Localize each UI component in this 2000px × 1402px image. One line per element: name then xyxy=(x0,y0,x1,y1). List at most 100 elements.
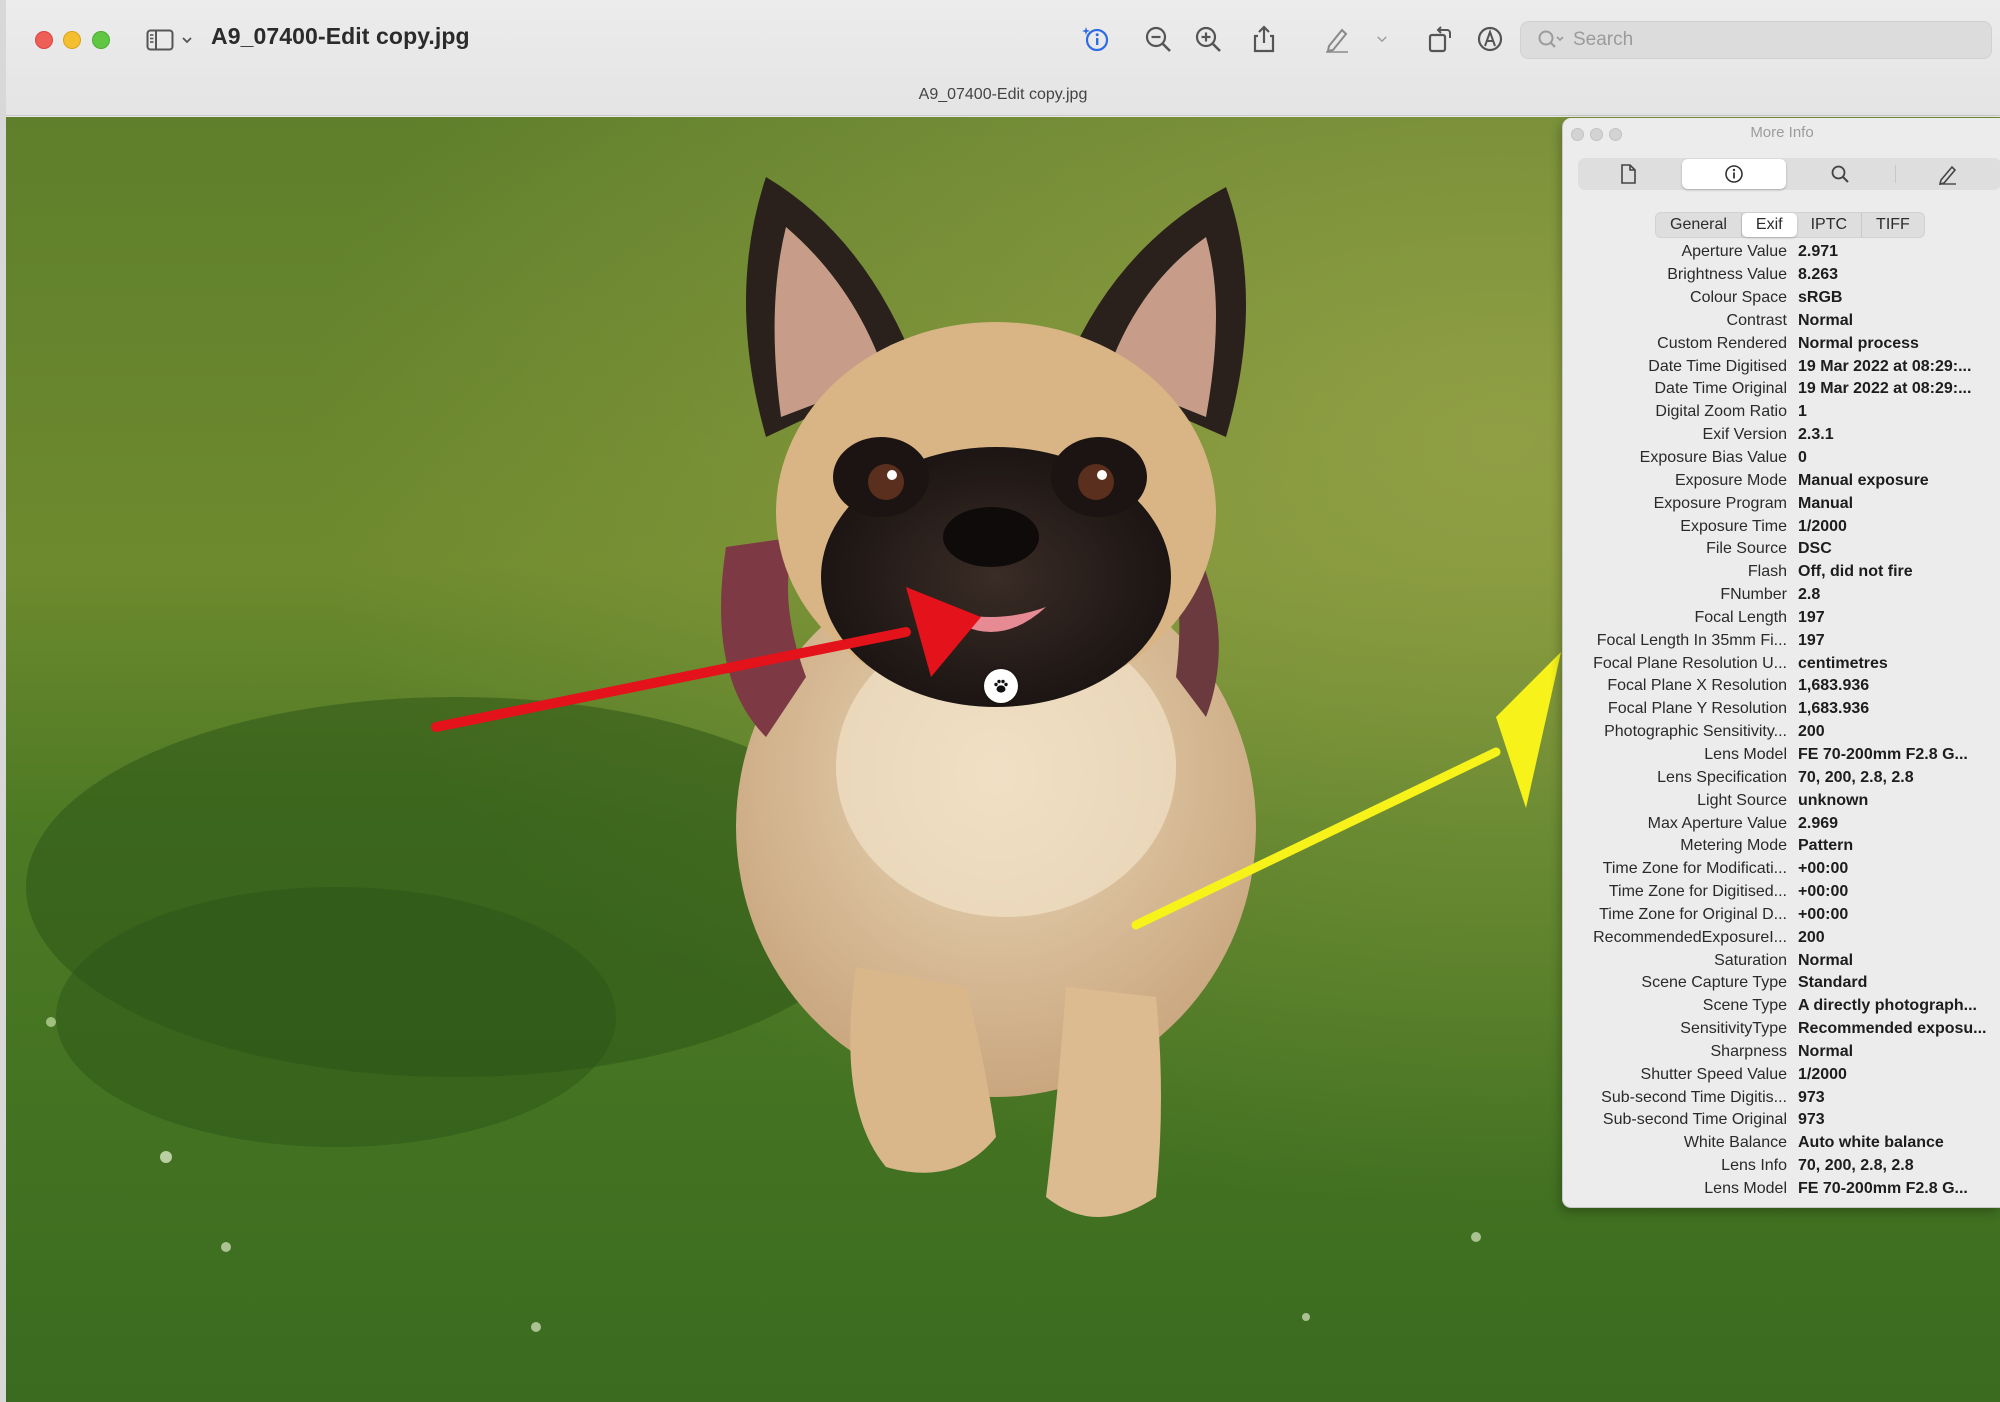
exif-row: Shutter Speed Value 1/2000 xyxy=(1562,1063,2000,1086)
exif-key: FNumber xyxy=(1720,586,1787,604)
exif-key: Lens Model xyxy=(1704,1180,1787,1198)
exif-table: Aperture Value 2.971 Brightness Value 8.263… xyxy=(1562,241,2000,1200)
exif-value: Normal xyxy=(1798,311,1854,329)
exif-key: Exposure Time xyxy=(1680,517,1787,535)
exif-value: 197 xyxy=(1798,631,1825,649)
exif-value: 19 Mar 2022 at 08:29:... xyxy=(1798,357,1972,375)
exif-key: Sub-second Time Digitis... xyxy=(1601,1088,1787,1106)
exif-key: Scene Type xyxy=(1702,997,1787,1015)
exif-row: Scene Type A directly photograph... xyxy=(1562,995,2000,1018)
exif-row: Time Zone for Modificati... +00:00 xyxy=(1562,858,2000,881)
exif-key: Focal Plane Y Resolution xyxy=(1607,700,1787,718)
segment-general[interactable]: General xyxy=(1656,213,1742,237)
minimize-button[interactable] xyxy=(63,31,81,49)
exif-key: Colour Space xyxy=(1690,289,1787,307)
exif-value: Manual xyxy=(1798,494,1854,512)
chevron-down-icon xyxy=(182,37,192,44)
tab-divider xyxy=(1895,165,1896,183)
paw-badge[interactable] xyxy=(984,669,1018,703)
exif-row: Aperture Value 2.971 xyxy=(1562,241,2000,264)
exif-key: Time Zone for Modificati... xyxy=(1602,860,1787,878)
exif-key: Shutter Speed Value xyxy=(1640,1065,1787,1083)
sidebar-icon xyxy=(146,29,174,51)
exif-value: Manual exposure xyxy=(1798,471,1929,489)
exif-row: Lens Specification 70, 200, 2.8, 2.8 xyxy=(1562,766,2000,789)
exif-value: Recommended exposu... xyxy=(1798,1020,1987,1038)
exif-value: +00:00 xyxy=(1798,905,1849,923)
tab-general-document[interactable] xyxy=(1578,159,1678,189)
exif-row: Exposure Mode Manual exposure xyxy=(1562,469,2000,492)
tab-annotations[interactable] xyxy=(1898,159,1998,189)
exif-key: Exif Version xyxy=(1702,426,1787,444)
exif-value: 2.971 xyxy=(1798,243,1839,261)
segment-iptc[interactable]: IPTC xyxy=(1797,213,1863,237)
share-icon xyxy=(1253,25,1275,53)
exif-row: Time Zone for Digitised... +00:00 xyxy=(1562,881,2000,904)
annotate-button[interactable] xyxy=(1473,22,1507,56)
exif-value: 19 Mar 2022 at 08:29:... xyxy=(1798,380,1972,398)
exif-row: Sub-second Time Original 973 xyxy=(1562,1109,2000,1132)
sidebar-toggle-button[interactable] xyxy=(146,28,193,52)
exif-key: Lens Model xyxy=(1704,745,1787,763)
exif-row: Light Source unknown xyxy=(1562,789,2000,812)
exif-value: 2.3.1 xyxy=(1798,426,1834,444)
exif-value: 70, 200, 2.8, 2.8 xyxy=(1798,768,1914,786)
share-button[interactable] xyxy=(1247,22,1281,56)
info-button[interactable] xyxy=(1079,22,1113,56)
window-title: A9_07400-Edit copy.jpg xyxy=(211,23,470,49)
exif-key: Scene Capture Type xyxy=(1641,974,1787,992)
exif-value: 973 xyxy=(1798,1088,1825,1106)
exif-key: Date Time Digitised xyxy=(1648,357,1787,375)
exif-row: File Source DSC xyxy=(1562,538,2000,561)
exif-value: FE 70-200mm F2.8 G... xyxy=(1798,1180,1968,1198)
exif-key: White Balance xyxy=(1683,1134,1787,1152)
exif-row: Focal Plane Resolution U... centimetres xyxy=(1562,652,2000,675)
exif-value: centimetres xyxy=(1798,654,1888,672)
exif-key: Max Aperture Value xyxy=(1647,814,1787,832)
exif-row: RecommendedExposureI... 200 xyxy=(1562,926,2000,949)
zoom-out-button[interactable] xyxy=(1141,22,1175,56)
exif-key: Exposure Program xyxy=(1653,494,1787,512)
exif-row: Metering Mode Pattern xyxy=(1562,835,2000,858)
segment-exif[interactable]: Exif xyxy=(1741,213,1797,237)
exif-row: Exposure Bias Value 0 xyxy=(1562,447,2000,470)
exif-key: Focal Plane X Resolution xyxy=(1607,677,1787,695)
markup-button[interactable] xyxy=(1320,22,1354,56)
exif-value: Auto white balance xyxy=(1798,1134,1944,1152)
zoom-in-button[interactable] xyxy=(1191,22,1225,56)
exif-key: Time Zone for Original D... xyxy=(1599,905,1787,923)
exif-key: Sharpness xyxy=(1710,1042,1788,1060)
exif-key: Flash xyxy=(1747,563,1787,581)
exif-key: Date Time Original xyxy=(1654,380,1788,398)
exif-key: Focal Plane Resolution U... xyxy=(1593,654,1787,672)
zoom-window-button[interactable] xyxy=(92,31,110,49)
inspector-tabs xyxy=(1578,158,2000,190)
exif-row: Lens Model FE 70-200mm F2.8 G... xyxy=(1562,744,2000,767)
tab-more-info[interactable] xyxy=(1682,159,1786,189)
markup-menu-button[interactable] xyxy=(1370,22,1394,56)
exif-row: Saturation Normal xyxy=(1562,949,2000,972)
search-input[interactable] xyxy=(1573,29,1973,51)
exif-row: Time Zone for Original D... +00:00 xyxy=(1562,903,2000,926)
exif-value: 2.969 xyxy=(1798,814,1839,832)
exif-value: A directly photograph... xyxy=(1798,997,1977,1015)
rotate-button[interactable] xyxy=(1423,22,1457,56)
exif-value: 0 xyxy=(1798,449,1807,467)
exif-key: Focal Length In 35mm Fi... xyxy=(1596,631,1787,649)
exif-row: Brightness Value 8.263 xyxy=(1562,264,2000,287)
exif-value: 973 xyxy=(1798,1111,1825,1129)
exif-key: Lens Specification xyxy=(1657,768,1787,786)
exif-value: 70, 200, 2.8, 2.8 xyxy=(1798,1157,1914,1175)
exif-row: Date Time Digitised 19 Mar 2022 at 08:29:… xyxy=(1562,355,2000,378)
segment-tiff[interactable]: TIFF xyxy=(1862,213,1924,237)
close-button[interactable] xyxy=(35,31,53,49)
exif-value: unknown xyxy=(1798,791,1869,809)
tab-search[interactable] xyxy=(1790,159,1890,189)
search-field[interactable] xyxy=(1520,21,1992,59)
exif-key: Metering Mode xyxy=(1680,837,1787,855)
exif-value: 1/2000 xyxy=(1798,1065,1847,1083)
panel-title: More Info xyxy=(1750,124,1814,141)
info-sparkle-icon xyxy=(1082,27,1109,52)
exif-key: Light Source xyxy=(1697,791,1787,809)
exif-key: Lens Info xyxy=(1721,1157,1787,1175)
